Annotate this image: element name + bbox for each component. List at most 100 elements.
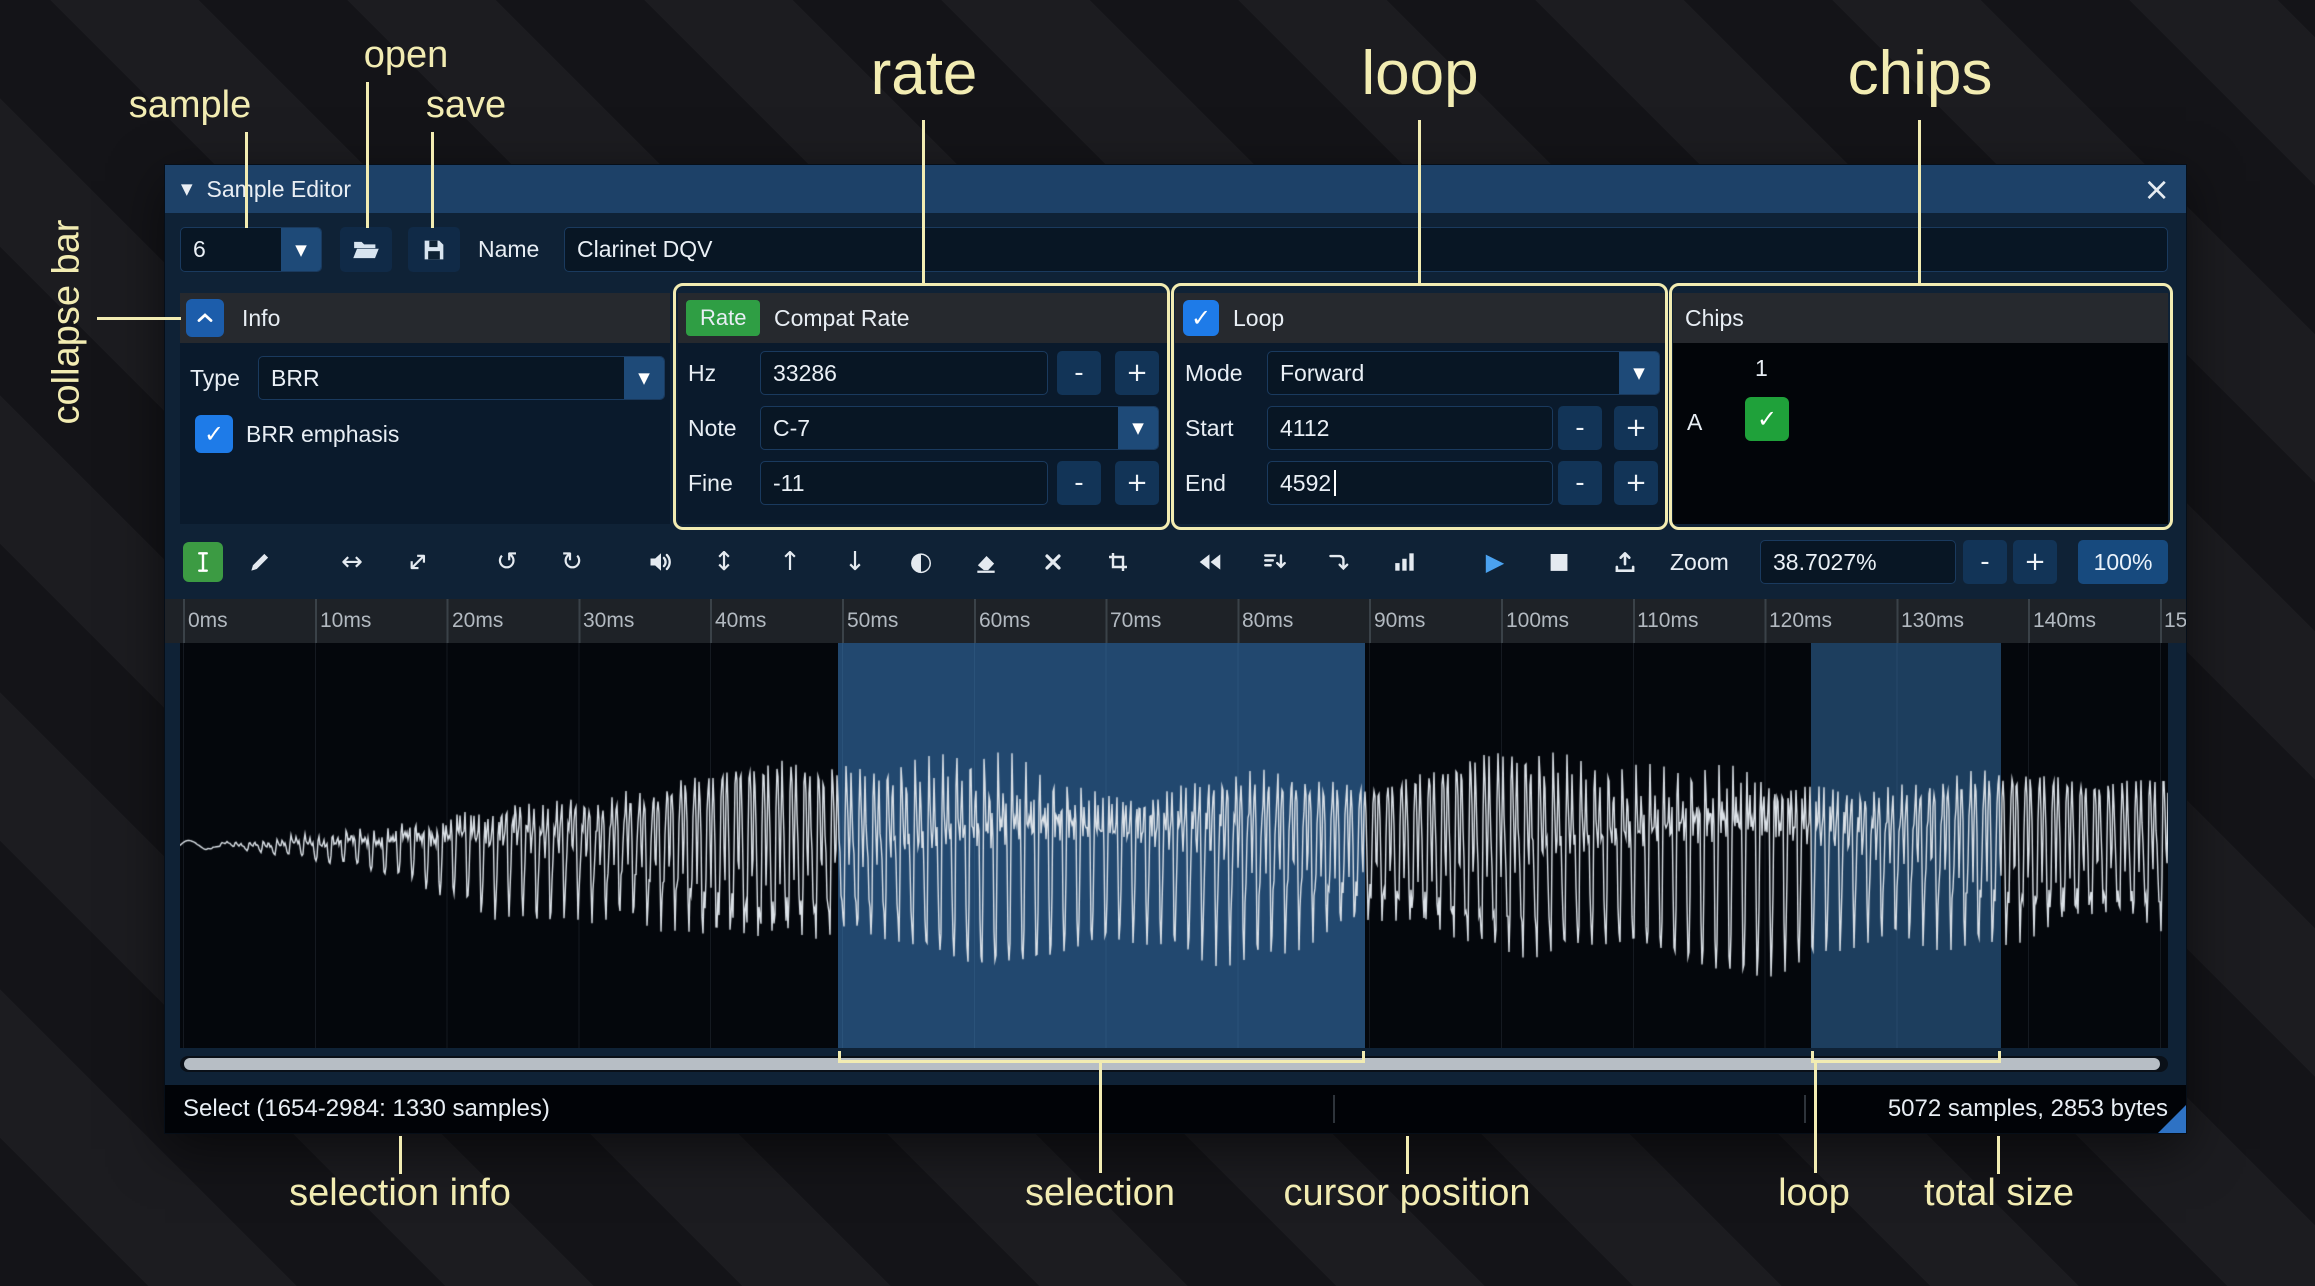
redo-button[interactable]: ↻ [552,542,592,582]
chevron-down-icon[interactable]: ▼ [1118,407,1158,449]
create-instrument-button[interactable] [1605,542,1645,582]
loop-panel-title: Loop [1233,305,1285,331]
fine-input[interactable]: -11 [760,461,1048,505]
waveform-display[interactable] [180,643,2168,1048]
ruler-label: 80ms [1242,609,1294,632]
downsample-button[interactable] [1255,542,1295,582]
arrow-up-icon: ↑ [779,547,801,577]
ibeam-cursor-icon [198,552,208,572]
timeline-ruler[interactable]: 0ms 10ms 20ms 30ms 40ms 50ms 60ms 70ms 8… [165,599,2186,643]
play-button[interactable]: ▶ [1475,542,1515,582]
close-icon[interactable]: × [2143,173,2170,205]
loop-start-plus-button[interactable]: + [1614,406,1658,450]
shift-down-button[interactable]: ↓ [835,542,875,582]
hz-value: 33286 [773,359,837,386]
redo-icon: ↻ [561,547,583,577]
stop-icon: ■ [1548,549,1570,574]
hz-plus-button[interactable]: + [1115,351,1159,395]
waveform-canvas[interactable] [180,643,2168,1048]
annotation-selection: selection [1025,1172,1175,1214]
fine-minus-button[interactable]: - [1057,461,1101,505]
resize-button[interactable]: ↔ [332,542,372,582]
speaker-icon [650,553,671,571]
loop-mode-dropdown[interactable]: Forward ▼ [1267,351,1660,395]
screenshot-stage: ▼ Sample Editor × 6 ▼ Name Clarinet DQV [0,0,2315,1286]
window-collapse-icon[interactable]: ▼ [181,180,193,198]
apply-to-selection-button[interactable] [1318,542,1358,582]
undo-icon: ↺ [496,547,518,577]
shift-up-button[interactable]: ↑ [770,542,810,582]
sample-number: 6 [193,236,206,262]
loop-start-input[interactable]: 4112 [1267,406,1553,450]
loop-checkbox[interactable]: ✓ [1183,300,1219,336]
pencil-icon [251,553,269,571]
status-bar: Select (1654-2984: 1330 samples) 5072 sa… [165,1085,2186,1133]
annotation-selection-info: selection info [289,1172,511,1214]
zoom-in-button[interactable]: + [2013,540,2057,584]
stop-button[interactable]: ■ [1539,542,1579,582]
chevron-down-icon[interactable]: ▼ [624,357,664,399]
type-dropdown[interactable]: BRR ▼ [258,356,665,400]
zoom-value: 38.7027% [1773,548,1877,575]
annotation-line-sample [245,132,248,228]
loop-start-minus-button[interactable]: - [1558,406,1602,450]
title-bar[interactable]: ▼ Sample Editor × [165,165,2186,213]
chevron-down-icon[interactable]: ▼ [1619,352,1659,394]
erase-button[interactable] [966,542,1006,582]
status-divider [1333,1095,1335,1123]
loop-mode-value: Forward [1280,359,1365,386]
name-input[interactable]: Clarinet DQV [564,227,2168,272]
silence-button[interactable] [1033,542,1073,582]
ruler-label: 20ms [452,609,504,632]
loop-end-plus-button[interactable]: + [1614,461,1658,505]
zoom-reset-button[interactable]: 100% [2078,540,2168,584]
info-panel-title: Info [242,305,281,331]
loop-end-input[interactable]: 4592 [1267,461,1553,505]
loop-end-minus-button[interactable]: - [1558,461,1602,505]
amplify-button[interactable]: ↕ [704,542,744,582]
floppy-disk-icon [424,240,444,259]
chips-panel-header: Chips [1673,293,2168,343]
jump-to-start-button[interactable] [1190,542,1230,582]
brr-emphasis-checkbox[interactable]: ✓ [195,415,233,453]
arrow-down-icon: ↓ [844,547,866,577]
text-caret [1334,470,1337,496]
rate-panel-title: Compat Rate [774,305,910,331]
open-button[interactable] [340,227,392,272]
collapse-button[interactable] [186,299,224,337]
hz-input[interactable]: 33286 [760,351,1048,395]
trim-button[interactable] [1098,542,1138,582]
preview-button[interactable] [641,542,681,582]
window-resize-handle[interactable] [2158,1105,2186,1133]
note-dropdown[interactable]: C-7 ▼ [760,406,1159,450]
annotation-open: open [363,34,449,76]
zoom-out-button[interactable]: - [1963,540,2007,584]
resample-button[interactable]: ↔ [398,542,438,582]
chevron-up-icon [197,313,213,322]
draw-tool-button[interactable] [240,542,280,582]
save-button[interactable] [408,227,460,272]
loop-end-label: End [1185,470,1226,496]
fine-plus-button[interactable]: + [1115,461,1159,505]
undo-button[interactable]: ↺ [487,542,527,582]
rate-badge[interactable]: Rate [686,300,761,336]
loop-end-value: 4592 [1280,469,1332,496]
selection-bracket [838,1051,1365,1063]
chevron-down-icon[interactable]: ▼ [281,228,321,271]
ruler-label: 110ms [1637,609,1699,632]
hz-minus-button[interactable]: - [1057,351,1101,395]
filter-button[interactable] [1385,542,1425,582]
note-value: C-7 [773,414,811,441]
chip-enable-checkbox[interactable]: ✓ [1745,397,1789,441]
sample-selector[interactable]: 6 ▼ [180,227,322,272]
half-circle-icon: ◐ [909,547,933,577]
loop-panel: ✓ Loop Mode Forward ▼ Start 4112 - + End… [1175,293,1665,524]
rate-panel: Rate Compat Rate Hz 33286 - + Note C-7 ▼… [678,293,1168,524]
annotation-loop: loop [1361,39,1479,108]
invert-button[interactable]: ◐ [901,542,941,582]
zoom-input[interactable]: 38.7027% [1760,540,1956,584]
annotation-line-total-size [1997,1136,2000,1174]
sample-editor-window: ▼ Sample Editor × 6 ▼ Name Clarinet DQV [165,165,2186,1133]
select-tool-button[interactable] [183,542,223,582]
type-value: BRR [271,364,320,391]
